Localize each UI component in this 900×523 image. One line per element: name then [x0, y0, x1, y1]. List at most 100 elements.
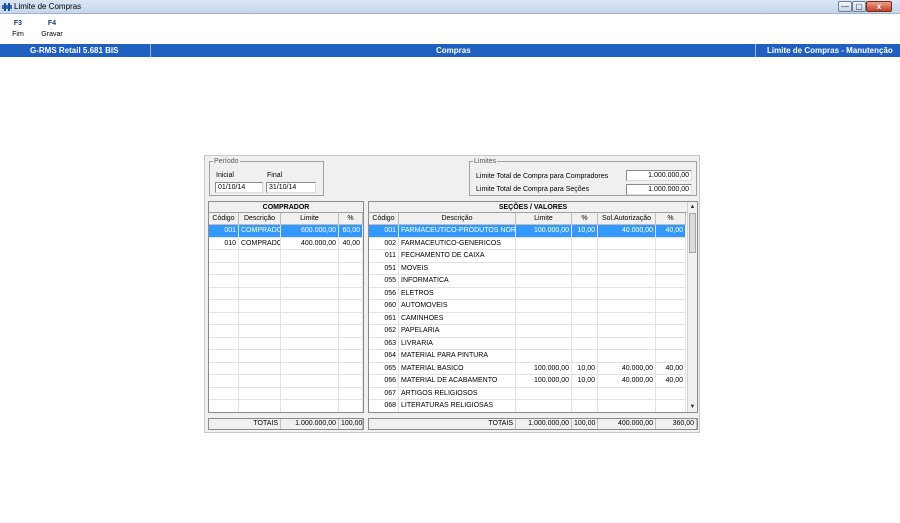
secoes-table-cell[interactable] — [572, 400, 598, 412]
comprador-table-cell[interactable] — [339, 400, 363, 412]
comprador-table-cell[interactable] — [281, 312, 339, 325]
scroll-thumb[interactable] — [689, 213, 696, 253]
comprador-table-cell[interactable] — [239, 262, 281, 275]
secoes-table-cell[interactable]: 40,00 — [656, 225, 686, 238]
secoes-column-header[interactable]: % — [656, 213, 686, 225]
comprador-table-cell[interactable]: 60,00 — [339, 225, 363, 238]
comprador-table-cell[interactable] — [209, 287, 239, 300]
secoes-table-cell[interactable] — [598, 337, 656, 350]
secoes-table-cell[interactable]: LITERATURAS RELIGIOSAS — [399, 400, 516, 412]
secoes-table-cell[interactable] — [656, 262, 686, 275]
secoes-table-cell[interactable]: 011 — [369, 250, 399, 263]
fim-button[interactable]: F3 Fim — [8, 20, 28, 38]
secoes-table-cell[interactable] — [572, 250, 598, 263]
comprador-table-cell[interactable] — [239, 362, 281, 375]
comprador-table-cell[interactable] — [281, 387, 339, 400]
secoes-table-cell[interactable]: 40.000,00 — [598, 225, 656, 238]
comprador-table-cell[interactable]: 001 — [209, 225, 239, 238]
comprador-table-cell[interactable] — [281, 325, 339, 338]
comprador-table-cell[interactable]: 600.000,00 — [281, 225, 339, 238]
comprador-table-cell[interactable] — [209, 325, 239, 338]
comprador-table-cell[interactable] — [339, 262, 363, 275]
secoes-table-cell[interactable] — [656, 387, 686, 400]
comprador-table-cell[interactable] — [209, 337, 239, 350]
secoes-table-cell[interactable]: 40.000,00 — [598, 375, 656, 388]
comprador-column-header[interactable]: Descrição — [239, 213, 281, 225]
secoes-table-cell[interactable] — [598, 400, 656, 412]
secoes-table-cell[interactable] — [598, 387, 656, 400]
comprador-table-cell[interactable]: 400.000,00 — [281, 237, 339, 250]
secoes-scrollbar[interactable]: ▲ ▼ — [687, 202, 697, 412]
comprador-table-cell[interactable] — [209, 250, 239, 263]
secoes-table-cell[interactable] — [598, 237, 656, 250]
secoes-column-header[interactable]: % — [572, 213, 598, 225]
secoes-table-cell[interactable] — [598, 300, 656, 313]
secoes-table-cell[interactable]: 10,00 — [572, 362, 598, 375]
secoes-table-cell[interactable]: 064 — [369, 350, 399, 363]
comprador-table-cell[interactable] — [239, 337, 281, 350]
comprador-table-cell[interactable] — [281, 287, 339, 300]
secoes-table-cell[interactable]: MATERIAL PARA PINTURA — [399, 350, 516, 363]
close-button[interactable]: x — [866, 1, 892, 12]
secoes-table-cell[interactable] — [516, 387, 572, 400]
secoes-column-header[interactable]: Código — [369, 213, 399, 225]
secoes-table-cell[interactable] — [598, 350, 656, 363]
inicial-date-input[interactable]: 01/10/14 — [215, 182, 263, 193]
comprador-table-cell[interactable] — [239, 250, 281, 263]
limite-secoes-input[interactable]: 1.000.000,00 — [626, 184, 692, 195]
comprador-table-cell[interactable] — [209, 362, 239, 375]
secoes-table-cell[interactable]: 40,00 — [656, 375, 686, 388]
secoes-table-cell[interactable]: 100.000,00 — [516, 375, 572, 388]
secoes-table-cell[interactable] — [656, 275, 686, 288]
secoes-table-cell[interactable]: 056 — [369, 287, 399, 300]
comprador-table-cell[interactable]: COMPRADOI — [239, 237, 281, 250]
secoes-table-cell[interactable]: 065 — [369, 362, 399, 375]
comprador-table-cell[interactable]: COMPRADOI — [239, 225, 281, 238]
secoes-table-cell[interactable]: MOVEIS — [399, 262, 516, 275]
secoes-table-cell[interactable] — [516, 262, 572, 275]
comprador-table-cell[interactable] — [339, 312, 363, 325]
comprador-table-cell[interactable] — [209, 262, 239, 275]
secoes-table-cell[interactable]: AUTOMOVEIS — [399, 300, 516, 313]
secoes-table-cell[interactable]: 001 — [369, 225, 399, 238]
comprador-table-cell[interactable] — [339, 350, 363, 363]
secoes-table-cell[interactable] — [656, 312, 686, 325]
secoes-table-cell[interactable] — [656, 337, 686, 350]
secoes-table-cell[interactable] — [656, 300, 686, 313]
secoes-table-cell[interactable]: MATERIAL BASICO — [399, 362, 516, 375]
secoes-table-cell[interactable] — [516, 400, 572, 412]
secoes-table-cell[interactable]: 060 — [369, 300, 399, 313]
secoes-column-header[interactable]: Sol.Autorização — [598, 213, 656, 225]
comprador-table-cell[interactable]: 010 — [209, 237, 239, 250]
secoes-table-cell[interactable]: FARMACEUTICO-PRODUTOS NORMA — [399, 225, 516, 238]
scroll-down-arrow-icon[interactable]: ▼ — [688, 402, 697, 412]
comprador-table-cell[interactable] — [239, 325, 281, 338]
secoes-table-cell[interactable] — [598, 262, 656, 275]
secoes-table-cell[interactable] — [656, 325, 686, 338]
secoes-table-cell[interactable]: 10,00 — [572, 225, 598, 238]
secoes-table-cell[interactable] — [572, 262, 598, 275]
secoes-table-cell[interactable] — [516, 312, 572, 325]
secoes-table-cell[interactable]: 063 — [369, 337, 399, 350]
comprador-table-cell[interactable] — [281, 375, 339, 388]
secoes-table-cell[interactable] — [598, 312, 656, 325]
comprador-table-cell[interactable] — [281, 362, 339, 375]
comprador-column-header[interactable]: Limite — [281, 213, 339, 225]
secoes-table-cell[interactable]: 067 — [369, 387, 399, 400]
secoes-table-cell[interactable] — [572, 350, 598, 363]
secoes-column-header[interactable]: Descrição — [399, 213, 516, 225]
comprador-table-cell[interactable] — [209, 300, 239, 313]
comprador-table-cell[interactable] — [281, 275, 339, 288]
comprador-table-cell[interactable] — [239, 400, 281, 412]
secoes-table-cell[interactable] — [572, 387, 598, 400]
comprador-table-cell[interactable] — [339, 275, 363, 288]
secoes-table-cell[interactable] — [572, 300, 598, 313]
scroll-up-arrow-icon[interactable]: ▲ — [688, 202, 697, 212]
secoes-table-cell[interactable]: 10,00 — [572, 375, 598, 388]
comprador-table-cell[interactable] — [239, 300, 281, 313]
secoes-table-cell[interactable]: FECHAMENTO DE CAIXA — [399, 250, 516, 263]
comprador-table-cell[interactable] — [339, 362, 363, 375]
secoes-column-header[interactable]: Limite — [516, 213, 572, 225]
comprador-table-cell[interactable]: 40,00 — [339, 237, 363, 250]
secoes-table-cell[interactable] — [516, 350, 572, 363]
